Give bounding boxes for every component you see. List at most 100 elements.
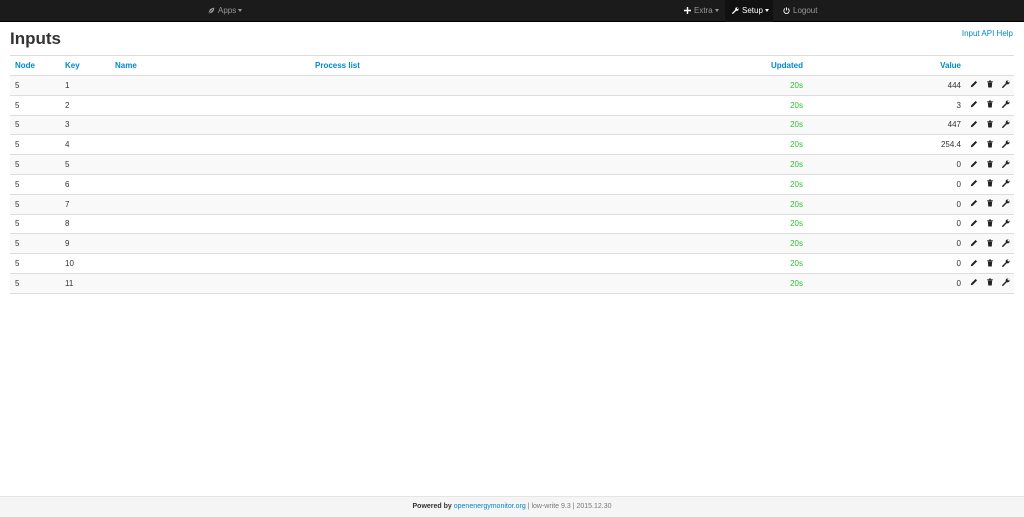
cell-node: 5 bbox=[10, 213, 60, 234]
row-action-cell bbox=[982, 213, 998, 234]
pencil-icon[interactable] bbox=[970, 80, 978, 88]
cell-key: 10 bbox=[60, 253, 110, 274]
cell-node: 5 bbox=[10, 272, 60, 294]
cell-value: 444 bbox=[808, 75, 966, 96]
cell-name bbox=[110, 253, 310, 274]
wrench-icon[interactable] bbox=[1002, 259, 1010, 267]
pencil-icon[interactable] bbox=[970, 278, 978, 286]
chevron-down-icon bbox=[238, 9, 243, 13]
trash-icon[interactable] bbox=[986, 219, 994, 227]
row-action-cell bbox=[982, 154, 998, 175]
wrench-icon[interactable] bbox=[1002, 80, 1010, 89]
pencil-icon[interactable] bbox=[970, 100, 978, 108]
cell-value: 0 bbox=[808, 154, 966, 175]
row-action-cell bbox=[982, 233, 998, 254]
trash-icon[interactable] bbox=[986, 199, 994, 207]
row-action-cell bbox=[966, 154, 982, 175]
cell-node: 5 bbox=[10, 193, 60, 215]
trash-icon[interactable] bbox=[986, 160, 994, 168]
row-action-cell bbox=[966, 233, 982, 254]
header-blank bbox=[966, 55, 982, 76]
pencil-icon[interactable] bbox=[970, 179, 978, 187]
cell-node: 5 bbox=[10, 94, 60, 116]
pencil-icon[interactable] bbox=[970, 259, 978, 267]
header-node[interactable]: Node bbox=[10, 55, 60, 76]
pencil-icon[interactable] bbox=[970, 140, 978, 148]
table-header-row: Node Key Name Process list Updated Value bbox=[10, 55, 1014, 76]
cell-updated: 20s bbox=[710, 253, 808, 274]
header-name[interactable]: Name bbox=[110, 55, 310, 76]
row-action-cell bbox=[966, 75, 982, 96]
trash-icon[interactable] bbox=[986, 179, 994, 187]
trash-icon[interactable] bbox=[986, 100, 994, 108]
row-action-cell bbox=[998, 94, 1014, 116]
logout-link[interactable]: Logout bbox=[783, 0, 817, 22]
header-updated[interactable]: Updated bbox=[710, 55, 808, 76]
cell-value: 447 bbox=[808, 114, 966, 135]
row-action-cell bbox=[998, 134, 1014, 155]
cell-process-list bbox=[310, 272, 710, 294]
cell-name bbox=[110, 154, 310, 175]
pencil-icon[interactable] bbox=[970, 239, 978, 247]
wrench-icon[interactable] bbox=[1002, 179, 1010, 188]
cell-updated: 20s bbox=[710, 213, 808, 234]
wrench-icon[interactable] bbox=[1002, 120, 1010, 128]
cell-value: 0 bbox=[808, 173, 966, 195]
wrench-icon[interactable] bbox=[1002, 239, 1010, 247]
chevron-down-icon bbox=[764, 9, 769, 13]
cell-value: 254.4 bbox=[808, 134, 966, 155]
table-row: 5 4 20s 254.4 bbox=[10, 134, 1014, 155]
wrench-icon[interactable] bbox=[1002, 140, 1010, 148]
cell-name bbox=[110, 193, 310, 215]
pencil-icon[interactable] bbox=[970, 199, 978, 207]
row-action-cell bbox=[966, 272, 982, 294]
trash-icon[interactable] bbox=[986, 239, 994, 247]
trash-icon[interactable] bbox=[986, 120, 994, 128]
cell-name bbox=[110, 233, 310, 254]
row-action-cell bbox=[966, 94, 982, 116]
trash-icon[interactable] bbox=[986, 140, 994, 148]
top-navbar: Apps Extra Setup Logout bbox=[0, 0, 1024, 22]
setup-menu[interactable]: Setup bbox=[725, 0, 773, 22]
header-value[interactable]: Value bbox=[808, 55, 966, 76]
row-action-cell bbox=[998, 213, 1014, 234]
table-row: 5 8 20s 0 bbox=[10, 213, 1014, 234]
cell-node: 5 bbox=[10, 154, 60, 175]
row-action-cell bbox=[998, 173, 1014, 195]
setup-label: Setup bbox=[742, 6, 763, 15]
cell-updated: 20s bbox=[710, 154, 808, 175]
table-row: 5 9 20s 0 bbox=[10, 233, 1014, 254]
row-action-cell bbox=[982, 253, 998, 274]
apps-menu[interactable]: Apps bbox=[208, 0, 243, 22]
header-process-list[interactable]: Process list bbox=[310, 55, 710, 76]
header-key[interactable]: Key bbox=[60, 55, 110, 76]
wrench-icon[interactable] bbox=[1002, 160, 1010, 168]
table-row: 5 2 20s 3 bbox=[10, 94, 1014, 116]
trash-icon[interactable] bbox=[986, 278, 994, 286]
cell-node: 5 bbox=[10, 173, 60, 195]
wrench-icon[interactable] bbox=[1002, 199, 1010, 208]
wrench-icon[interactable] bbox=[1002, 100, 1010, 109]
footer-site-link[interactable]: openenergymonitor.org bbox=[454, 503, 526, 510]
cell-value: 3 bbox=[808, 94, 966, 116]
pencil-icon[interactable] bbox=[970, 219, 978, 227]
cell-key: 4 bbox=[60, 134, 110, 155]
wrench-icon[interactable] bbox=[1002, 278, 1010, 287]
footer-version: | low-write 9.3 | 2015.12.30 bbox=[527, 503, 612, 510]
trash-icon[interactable] bbox=[986, 259, 994, 267]
trash-icon[interactable] bbox=[986, 80, 994, 88]
input-api-help-link[interactable]: Input API Help bbox=[962, 29, 1013, 38]
cell-updated: 20s bbox=[710, 75, 808, 96]
row-action-cell bbox=[966, 193, 982, 215]
power-icon bbox=[783, 7, 790, 15]
pencil-icon[interactable] bbox=[970, 120, 978, 128]
footer: Powered by openenergymonitor.org | low-w… bbox=[0, 496, 1024, 517]
pencil-icon[interactable] bbox=[970, 160, 978, 168]
row-action-cell bbox=[966, 134, 982, 155]
cell-updated: 20s bbox=[710, 272, 808, 294]
cell-name bbox=[110, 75, 310, 96]
cell-value: 0 bbox=[808, 253, 966, 274]
extra-menu[interactable]: Extra bbox=[684, 0, 719, 22]
row-action-cell bbox=[998, 75, 1014, 96]
wrench-icon[interactable] bbox=[1002, 219, 1010, 227]
